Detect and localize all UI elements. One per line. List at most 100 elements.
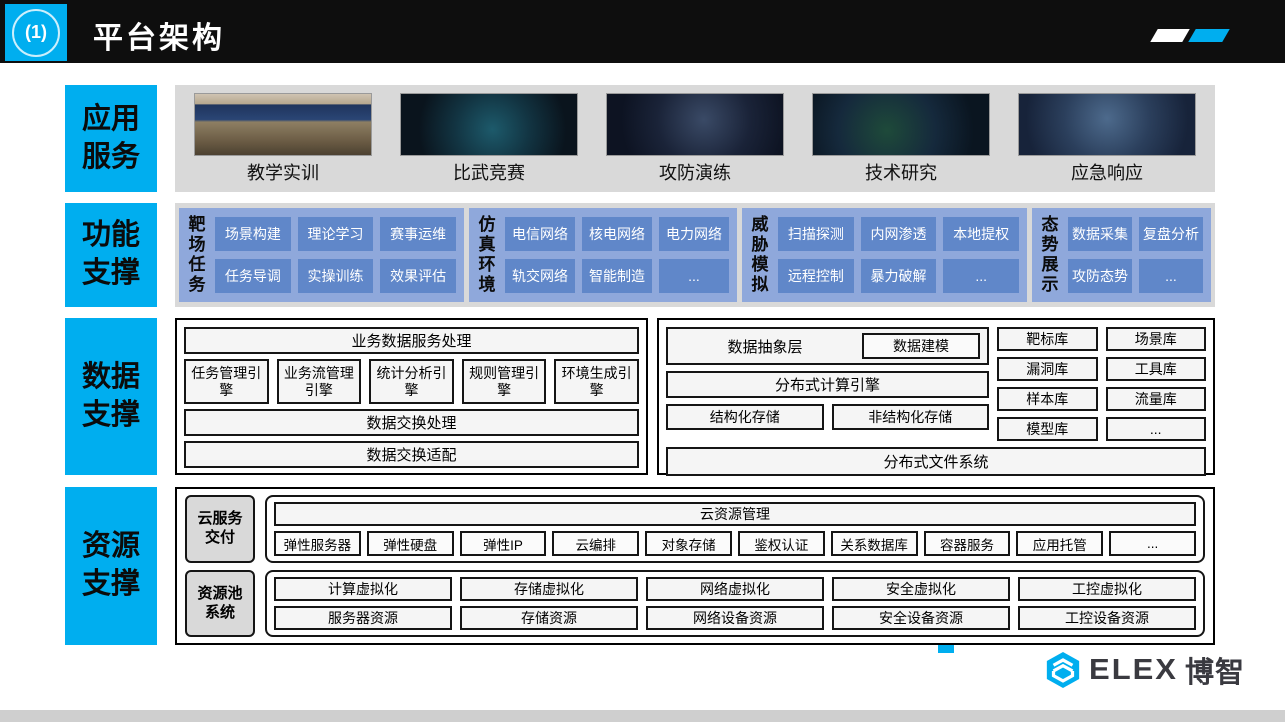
label-text: 资源池系统 bbox=[195, 585, 245, 623]
group-situation-display: 态势展示 数据采集 复盘分析 攻防态势 ... bbox=[1032, 208, 1211, 302]
cloud-box: 弹性硬盘 bbox=[367, 531, 454, 556]
group-simulation-environment: 仿真环境 电信网络 核电网络 电力网络 轨交网络 智能制造 ... bbox=[469, 208, 737, 302]
section-label-resource-support: 资源支撑 bbox=[65, 487, 157, 645]
cloud-resource-management-bar: 云资源管理 bbox=[274, 502, 1196, 526]
library-box: 漏洞库 bbox=[997, 357, 1098, 381]
library-box: 流量库 bbox=[1106, 387, 1207, 411]
pool-box: 网络虚拟化 bbox=[646, 577, 824, 601]
function-chip: ... bbox=[659, 259, 729, 293]
cloud-box: 容器服务 bbox=[924, 531, 1011, 556]
thumb-caption: 比武竞赛 bbox=[453, 159, 525, 185]
group-label: 威胁模拟 bbox=[750, 215, 770, 295]
data-platform-top: 数据抽象层 数据建模 分布式计算引擎 结构化存储 非结构化存储 靶标库 场景库 … bbox=[666, 327, 1206, 441]
data-box: 分布式计算引擎 bbox=[666, 371, 989, 398]
function-chip: ... bbox=[943, 259, 1019, 293]
function-chip: 攻防态势 bbox=[1068, 259, 1132, 293]
group-items: 场景构建 理论学习 赛事运维 任务导调 实操训练 效果评估 bbox=[215, 217, 456, 293]
data-support-row: 业务数据服务处理 任务管理引擎 业务流管理引擎 统计分析引擎 规则管理引擎 环境… bbox=[175, 318, 1215, 475]
emergency-response-image bbox=[1018, 93, 1196, 156]
elex-cube-icon bbox=[1044, 651, 1082, 689]
function-chip: 本地提权 bbox=[943, 217, 1019, 251]
cloud-service-items: 弹性服务器 弹性硬盘 弹性IP 云编排 对象存储 鉴权认证 关系数据库 容器服务… bbox=[274, 531, 1196, 556]
cloud-service-label: 云服务交付 bbox=[185, 495, 255, 563]
pool-box: 计算虚拟化 bbox=[274, 577, 452, 601]
pool-box: 服务器资源 bbox=[274, 606, 452, 630]
engine-boxes: 任务管理引擎 业务流管理引擎 统计分析引擎 规则管理引擎 环境生成引擎 bbox=[184, 359, 639, 404]
page-title: 平台架构 bbox=[93, 13, 225, 57]
function-chip: 暴力破解 bbox=[861, 259, 937, 293]
cloud-box: 对象存储 bbox=[645, 531, 732, 556]
data-box: 数据交换处理 bbox=[184, 409, 639, 436]
library-box: 靶标库 bbox=[997, 327, 1098, 351]
slide-number: (1) bbox=[12, 9, 60, 57]
group-items: 数据采集 复盘分析 攻防态势 ... bbox=[1068, 217, 1203, 293]
library-box: 样本库 bbox=[997, 387, 1098, 411]
function-chip: 内网渗透 bbox=[861, 217, 937, 251]
function-chip: 智能制造 bbox=[582, 259, 652, 293]
group-label: 态势展示 bbox=[1040, 215, 1060, 295]
data-modeling-box: 数据建模 bbox=[862, 333, 980, 359]
resource-support-row: 云服务交付 云资源管理 弹性服务器 弹性硬盘 弹性IP 云编排 对象存储 鉴权认… bbox=[175, 487, 1215, 645]
group-items: 扫描探测 内网渗透 本地提权 远程控制 暴力破解 ... bbox=[778, 217, 1019, 293]
cloud-service-container: 云资源管理 弹性服务器 弹性硬盘 弹性IP 云编排 对象存储 鉴权认证 关系数据… bbox=[265, 495, 1205, 563]
bottom-strip bbox=[0, 710, 1285, 722]
data-box: 结构化存储 bbox=[666, 404, 824, 430]
application-services-row: 教学实训 比武竞赛 攻防演练 技术研究 应急响应 bbox=[175, 85, 1215, 192]
pool-box: 存储资源 bbox=[460, 606, 638, 630]
tech-research-image bbox=[812, 93, 990, 156]
group-label: 仿真环境 bbox=[477, 215, 497, 295]
cloud-box: 云编排 bbox=[552, 531, 639, 556]
cloud-box: 弹性IP bbox=[460, 531, 547, 556]
engine-box: 环境生成引擎 bbox=[554, 359, 639, 404]
section-label-data-support: 数据支撑 bbox=[65, 318, 157, 475]
data-abstraction-box: 数据抽象层 数据建模 bbox=[666, 327, 989, 365]
engine-box: 统计分析引擎 bbox=[369, 359, 454, 404]
slide-number-badge: (1) bbox=[5, 4, 67, 61]
group-items: 电信网络 核电网络 电力网络 轨交网络 智能制造 ... bbox=[505, 217, 729, 293]
app-service-item: 应急响应 bbox=[1009, 93, 1205, 185]
section-label-text: 功能支撑 bbox=[80, 217, 142, 292]
cloud-service-row: 云服务交付 云资源管理 弹性服务器 弹性硬盘 弹性IP 云编排 对象存储 鉴权认… bbox=[185, 495, 1205, 563]
app-service-item: 攻防演练 bbox=[597, 93, 793, 185]
section-label-text: 应用服务 bbox=[80, 101, 142, 176]
cloud-box: 弹性服务器 bbox=[274, 531, 361, 556]
pool-box: 存储虚拟化 bbox=[460, 577, 638, 601]
function-chip: 理论学习 bbox=[298, 217, 374, 251]
resource-pool-label: 资源池系统 bbox=[185, 570, 255, 637]
library-box: 场景库 bbox=[1106, 327, 1207, 351]
competition-image bbox=[400, 93, 578, 156]
cloud-box: ... bbox=[1109, 531, 1196, 556]
pool-box: 工控虚拟化 bbox=[1018, 577, 1196, 601]
cloud-box: 关系数据库 bbox=[831, 531, 918, 556]
function-chip: 电信网络 bbox=[505, 217, 575, 251]
function-chip: 任务导调 bbox=[215, 259, 291, 293]
data-box: 业务数据服务处理 bbox=[184, 327, 639, 354]
engine-box: 任务管理引擎 bbox=[184, 359, 269, 404]
engine-box: 业务流管理引擎 bbox=[277, 359, 362, 404]
storage-boxes: 结构化存储 非结构化存储 bbox=[666, 404, 989, 430]
teaching-training-image bbox=[194, 93, 372, 156]
function-chip: 扫描探测 bbox=[778, 217, 854, 251]
function-chip: 核电网络 bbox=[582, 217, 652, 251]
library-box: ... bbox=[1106, 417, 1207, 441]
app-service-item: 比武竞赛 bbox=[391, 93, 587, 185]
function-chip: 轨交网络 bbox=[505, 259, 575, 293]
pool-box: 网络设备资源 bbox=[646, 606, 824, 630]
app-service-item: 教学实训 bbox=[185, 93, 381, 185]
brand-logo: ELEX 博智 bbox=[1044, 649, 1245, 691]
label-text: 云服务交付 bbox=[195, 510, 245, 548]
resource-pool-container: 计算虚拟化 存储虚拟化 网络虚拟化 安全虚拟化 工控虚拟化 服务器资源 存储资源… bbox=[265, 570, 1205, 637]
engine-box: 规则管理引擎 bbox=[462, 359, 547, 404]
resource-pool-row: 资源池系统 计算虚拟化 存储虚拟化 网络虚拟化 安全虚拟化 工控虚拟化 服务器资… bbox=[185, 570, 1205, 637]
function-chip: 远程控制 bbox=[778, 259, 854, 293]
data-box: 非结构化存储 bbox=[832, 404, 990, 430]
data-box-label: 数据抽象层 bbox=[668, 336, 862, 357]
section-label-text: 资源支撑 bbox=[80, 528, 142, 603]
cloud-box: 鉴权认证 bbox=[738, 531, 825, 556]
group-range-tasks: 靶场任务 场景构建 理论学习 赛事运维 任务导调 实操训练 效果评估 bbox=[179, 208, 464, 302]
function-chip: 效果评估 bbox=[380, 259, 456, 293]
function-chip: 数据采集 bbox=[1068, 217, 1132, 251]
thumb-caption: 应急响应 bbox=[1071, 159, 1143, 185]
thumb-caption: 攻防演练 bbox=[659, 159, 731, 185]
decoration-parallelogram-blue bbox=[1188, 29, 1230, 42]
